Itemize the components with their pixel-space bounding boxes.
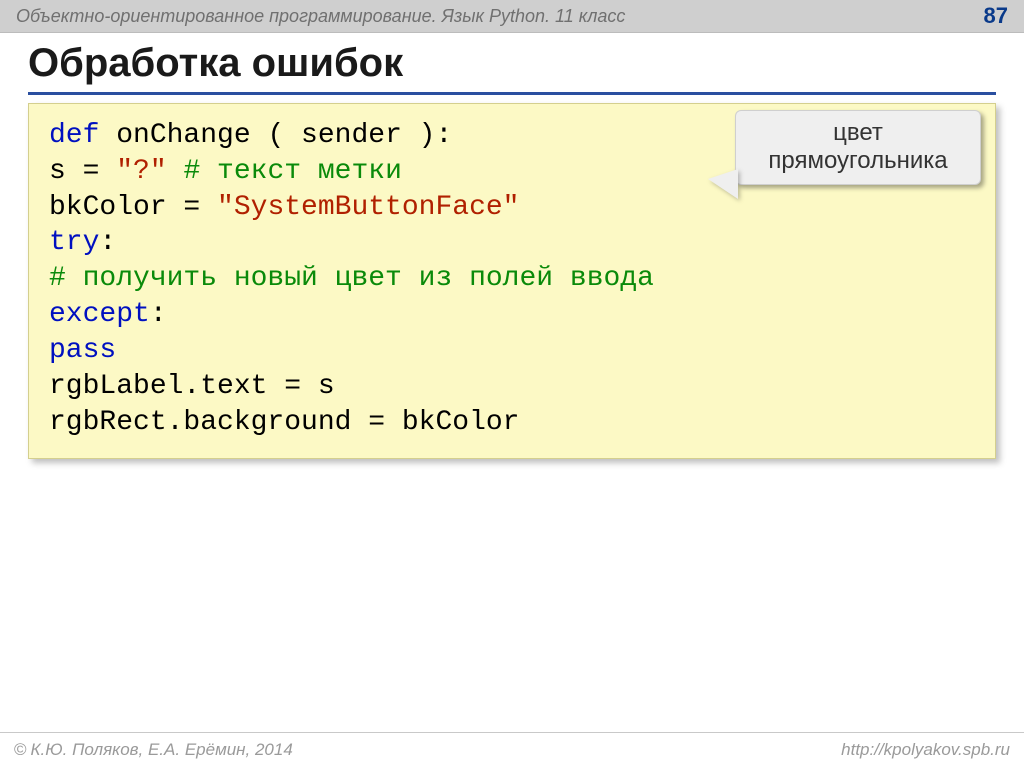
- code-block: def onChange ( sender ): s = "?" # текст…: [28, 103, 996, 459]
- keyword-try: try: [49, 227, 99, 258]
- slide: Объектно-ориентированное программировани…: [0, 0, 1024, 767]
- copyright-text: К.Ю. Поляков, Е.А. Ерёмин, 2014: [31, 740, 293, 760]
- code-line-7: pass: [49, 333, 975, 369]
- keyword-except: except: [49, 299, 150, 330]
- code-line-3: bkColor = "SystemButtonFace": [49, 190, 975, 226]
- code-text: :: [150, 299, 167, 330]
- comment: # получить новый цвет из полей ввода: [49, 263, 654, 294]
- callout-box: цвет прямоугольника: [735, 110, 981, 185]
- keyword-def: def: [49, 120, 116, 151]
- header-bar: Объектно-ориентированное программировани…: [0, 0, 1024, 33]
- code-line-4: try:: [49, 225, 975, 261]
- code-text: s =: [49, 156, 116, 187]
- code-line-5: # получить новый цвет из полей ввода: [49, 261, 975, 297]
- header-title: Объектно-ориентированное программировани…: [16, 6, 625, 27]
- content-area: Обработка ошибок def onChange ( sender )…: [0, 33, 1024, 459]
- copyright: © К.Ю. Поляков, Е.А. Ерёмин, 2014: [14, 740, 293, 760]
- callout-line-2: прямоугольника: [748, 147, 968, 175]
- string-literal: "?": [116, 156, 166, 187]
- code-line-8: rgbLabel.text = s: [49, 369, 975, 405]
- copyright-icon: ©: [14, 740, 27, 760]
- comment: # текст метки: [167, 156, 402, 187]
- string-literal: "SystemButtonFace": [217, 192, 519, 223]
- page-number: 87: [984, 3, 1008, 29]
- code-line-6: except:: [49, 297, 975, 333]
- code-text: bkColor =: [49, 192, 217, 223]
- footer-url: http://kpolyakov.spb.ru: [841, 740, 1010, 760]
- callout-tail-icon: [708, 169, 738, 199]
- code-line-9: rgbRect.background = bkColor: [49, 405, 975, 441]
- footer-bar: © К.Ю. Поляков, Е.А. Ерёмин, 2014 http:/…: [0, 732, 1024, 767]
- divider: [28, 92, 996, 95]
- code-text: rgbLabel.text = s: [49, 371, 335, 402]
- code-text: onChange ( sender ):: [116, 120, 452, 151]
- code-text: :: [99, 227, 116, 258]
- keyword-pass: pass: [49, 335, 116, 366]
- code-text: rgbRect.background = bkColor: [49, 407, 519, 438]
- slide-title: Обработка ошибок: [28, 41, 996, 86]
- callout-line-1: цвет: [748, 119, 968, 147]
